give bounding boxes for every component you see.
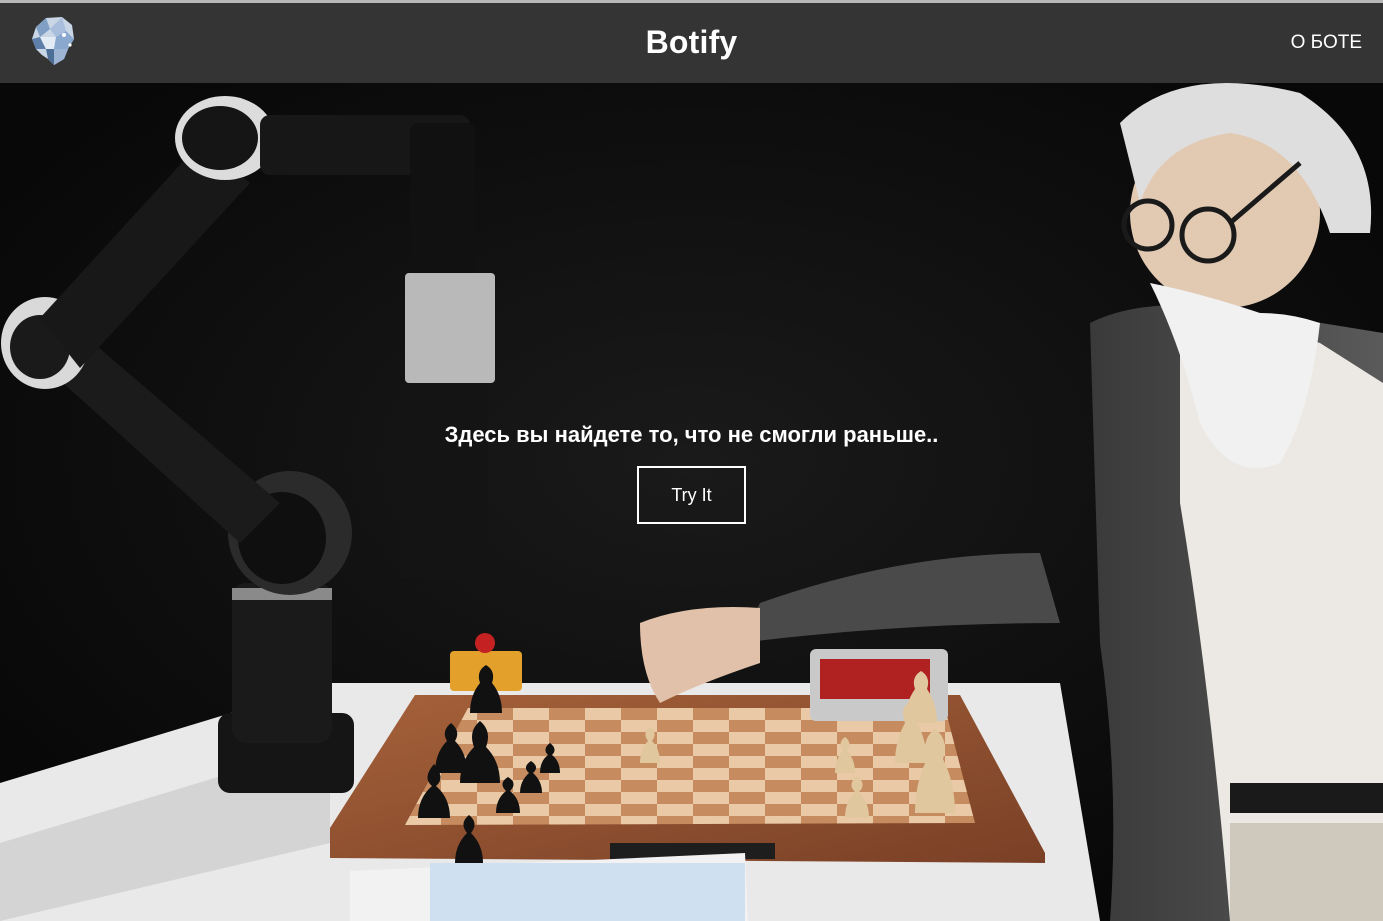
hero-tagline: Здесь вы найдете то, что не смогли раньш…: [444, 422, 939, 447]
navbar: Botify О БОТЕ: [0, 3, 1383, 83]
hero-section: Здесь вы найдете то, что не смогли раньш…: [0, 83, 1383, 921]
try-it-button[interactable]: Try It: [637, 466, 746, 524]
nav-link-about[interactable]: О БОТЕ: [1291, 32, 1362, 54]
brand-title[interactable]: Botify: [0, 24, 1383, 61]
